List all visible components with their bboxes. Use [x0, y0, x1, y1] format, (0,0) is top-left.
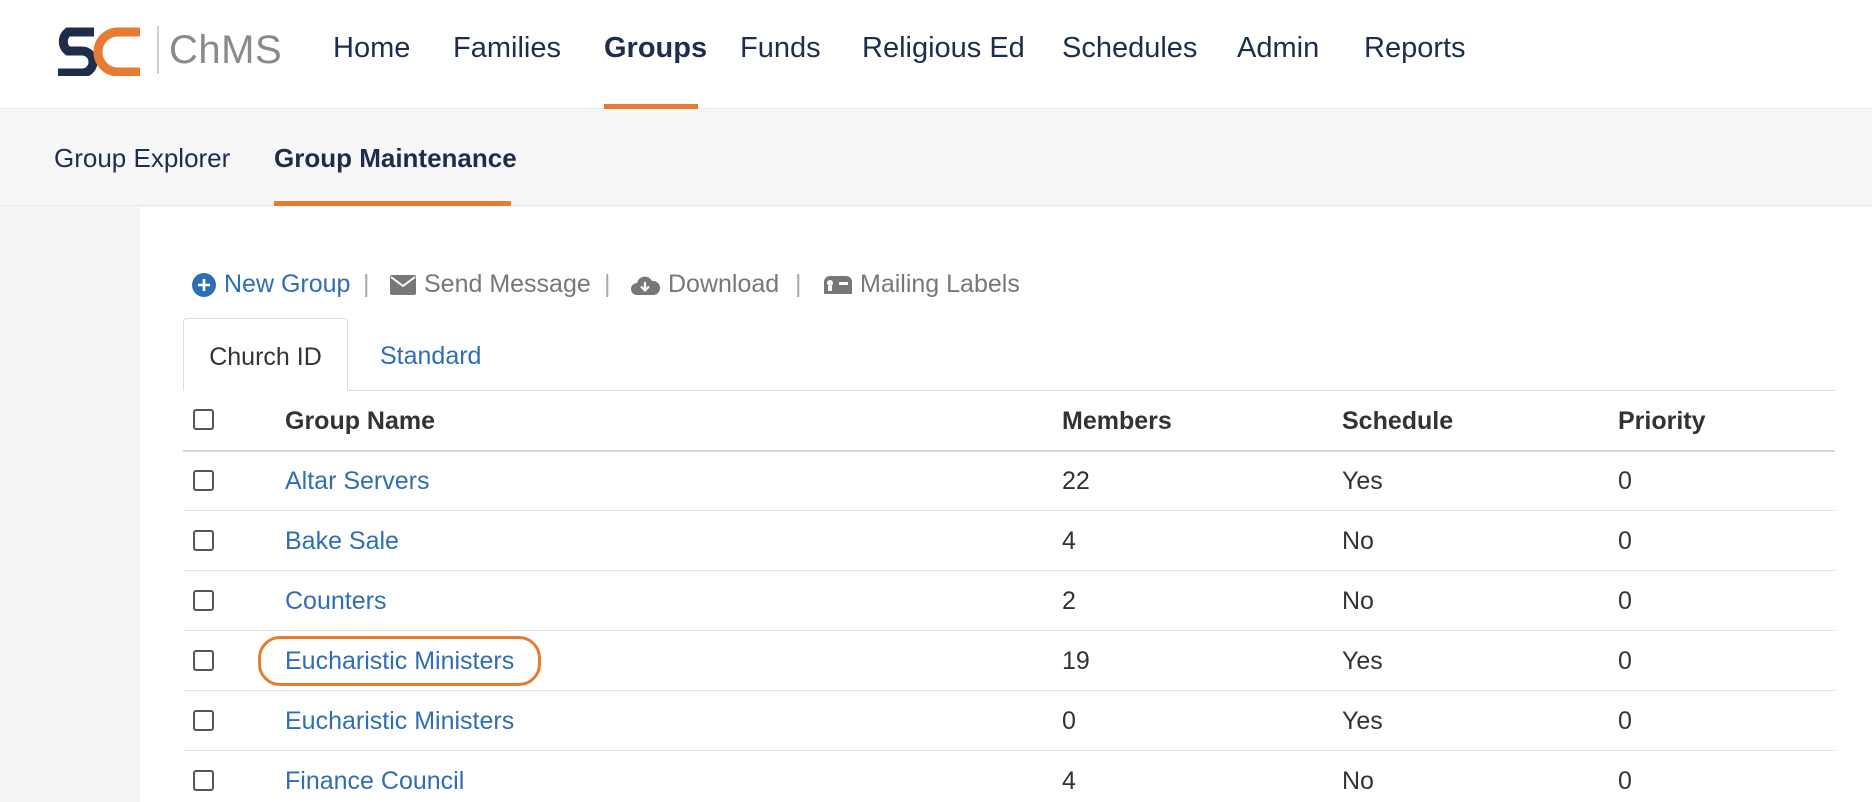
- priority-value: 0: [1618, 767, 1632, 795]
- tab-standard[interactable]: Standard: [380, 318, 520, 391]
- subnav-group-explorer[interactable]: Group Explorer: [54, 143, 230, 174]
- nav-active-indicator: [604, 104, 698, 109]
- members-count: 2: [1062, 587, 1076, 615]
- toolbar-separator: |: [363, 270, 370, 298]
- subnav-group-maintenance[interactable]: Group Maintenance: [274, 143, 517, 174]
- row-checkbox[interactable]: [193, 590, 214, 611]
- members-count: 4: [1062, 767, 1076, 795]
- download-button[interactable]: Download: [630, 270, 779, 299]
- row-checkbox[interactable]: [193, 530, 214, 551]
- logo-divider: [157, 26, 159, 74]
- mailing-labels-button[interactable]: Mailing Labels: [822, 270, 1020, 299]
- priority-value: 0: [1618, 527, 1632, 555]
- schedule-value: Yes: [1342, 707, 1383, 735]
- group-name-link[interactable]: Altar Servers: [285, 467, 429, 496]
- new-group-label: New Group: [224, 270, 351, 298]
- table-row: Altar Servers 22 Yes 0: [183, 451, 1835, 511]
- schedule-value: No: [1342, 587, 1374, 615]
- group-name-link[interactable]: Bake Sale: [285, 527, 399, 556]
- group-name-link[interactable]: Eucharistic Ministers: [285, 707, 514, 736]
- schedule-value: Yes: [1342, 467, 1383, 495]
- priority-value: 0: [1618, 467, 1632, 495]
- new-group-button[interactable]: New Group: [192, 270, 350, 299]
- schedule-value: No: [1342, 767, 1374, 795]
- priority-value: 0: [1618, 707, 1632, 735]
- select-all-checkbox[interactable]: [193, 409, 214, 430]
- tab-church-id[interactable]: Church ID: [183, 318, 348, 391]
- group-name-link[interactable]: Finance Council: [285, 767, 464, 796]
- nav-groups[interactable]: Groups: [604, 32, 707, 65]
- col-group-name[interactable]: Group Name: [285, 407, 435, 436]
- table-row: Finance Council 4 No 0: [183, 751, 1835, 802]
- toolbar-separator: |: [795, 270, 802, 298]
- cloud-download-icon: [631, 276, 660, 295]
- nav-admin[interactable]: Admin: [1237, 32, 1319, 65]
- download-label: Download: [668, 270, 780, 298]
- table-row: Eucharistic Ministers 0 Yes 0: [183, 691, 1835, 751]
- envelope-icon: [390, 274, 416, 295]
- members-count: 0: [1062, 707, 1076, 735]
- plus-circle-icon: [192, 272, 216, 297]
- nav-home[interactable]: Home: [333, 32, 410, 65]
- sub-navbar: Group Explorer Group Maintenance: [0, 108, 1872, 206]
- nav-funds[interactable]: Funds: [740, 32, 821, 65]
- toolbar-separator: |: [604, 270, 611, 298]
- row-checkbox[interactable]: [193, 770, 214, 791]
- mailing-labels-label: Mailing Labels: [860, 270, 1020, 298]
- group-name-link[interactable]: Eucharistic Ministers: [285, 647, 514, 676]
- row-checkbox[interactable]: [193, 650, 214, 671]
- priority-value: 0: [1618, 647, 1632, 675]
- priority-value: 0: [1618, 587, 1632, 615]
- table-row: Eucharistic Ministers 19 Yes 0: [183, 631, 1835, 691]
- col-schedule[interactable]: Schedule: [1342, 407, 1453, 436]
- row-checkbox[interactable]: [193, 470, 214, 491]
- schedule-value: No: [1342, 527, 1374, 555]
- members-count: 22: [1062, 467, 1090, 495]
- nav-religious-ed[interactable]: Religious Ed: [862, 32, 1025, 65]
- table-row: Counters 2 No 0: [183, 571, 1835, 631]
- row-checkbox[interactable]: [193, 710, 214, 731]
- nav-families[interactable]: Families: [453, 32, 561, 65]
- members-count: 4: [1062, 527, 1076, 555]
- mailbox-icon: [824, 275, 852, 294]
- members-count: 19: [1062, 647, 1090, 675]
- send-message-button[interactable]: Send Message: [390, 270, 591, 299]
- send-message-label: Send Message: [424, 270, 591, 298]
- subnav-active-indicator: [274, 201, 511, 206]
- col-members[interactable]: Members: [1062, 407, 1172, 436]
- schedule-value: Yes: [1342, 647, 1383, 675]
- nav-reports[interactable]: Reports: [1364, 32, 1466, 65]
- sc-logo-icon[interactable]: [54, 26, 146, 76]
- action-toolbar: New Group | Send Message | Download | Ma…: [0, 270, 1872, 302]
- table-row: Bake Sale 4 No 0: [183, 511, 1835, 571]
- group-name-link[interactable]: Counters: [285, 587, 386, 616]
- app-name: ChMS: [169, 28, 283, 72]
- nav-schedules[interactable]: Schedules: [1062, 32, 1197, 65]
- col-priority[interactable]: Priority: [1618, 407, 1706, 436]
- top-navbar: ChMS Home Families Groups Funds Religiou…: [0, 0, 1872, 109]
